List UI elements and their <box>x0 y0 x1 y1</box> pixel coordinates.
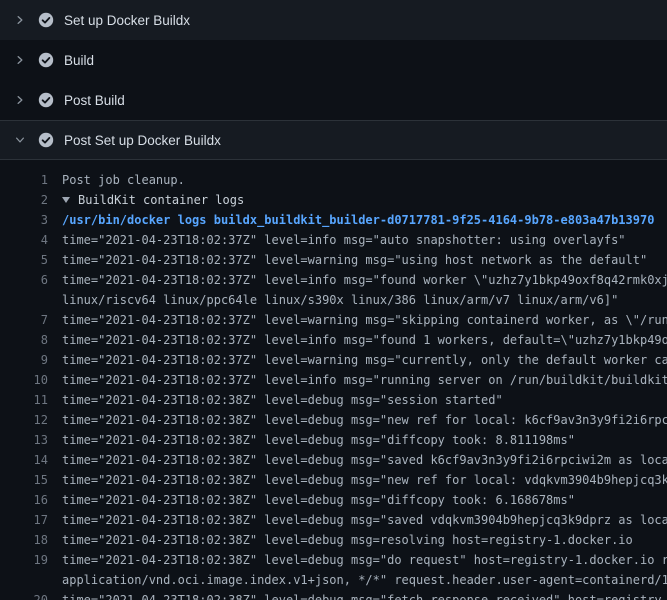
log-line-number[interactable]: 17 <box>0 510 48 530</box>
log-line: 7 time="2021-04-23T18:02:37Z" level=warn… <box>0 310 667 330</box>
log-line: 12 time="2021-04-23T18:02:38Z" level=deb… <box>0 410 667 430</box>
caret-down-icon[interactable] <box>62 197 70 203</box>
log-line: 20 time="2021-04-23T18:02:38Z" level=deb… <box>0 590 667 600</box>
log-line-number[interactable]: 6 <box>0 270 48 290</box>
log-line-number[interactable]: 11 <box>0 390 48 410</box>
log-line: 15 time="2021-04-23T18:02:38Z" level=deb… <box>0 470 667 490</box>
log-line: 2 BuildKit container logs <box>0 190 667 210</box>
log-line-text: time="2021-04-23T18:02:37Z" level=warnin… <box>48 350 667 370</box>
log-line-number[interactable]: 12 <box>0 410 48 430</box>
log-line-text: time="2021-04-23T18:02:38Z" level=debug … <box>48 410 667 430</box>
step-title: Set up Docker Buildx <box>64 13 190 28</box>
log-line: 19 time="2021-04-23T18:02:38Z" level=deb… <box>0 550 667 570</box>
check-circle-icon <box>38 52 54 68</box>
log-line-number[interactable]: 7 <box>0 310 48 330</box>
log-line-text: time="2021-04-23T18:02:38Z" level=debug … <box>48 450 667 470</box>
log-line-number[interactable]: 15 <box>0 470 48 490</box>
log-line-text: time="2021-04-23T18:02:38Z" level=debug … <box>48 590 667 600</box>
log-line-text: time="2021-04-23T18:02:38Z" level=debug … <box>48 550 667 570</box>
log-line-number[interactable]: 16 <box>0 490 48 510</box>
log-line-number[interactable] <box>0 290 48 310</box>
log-line: 9 time="2021-04-23T18:02:37Z" level=warn… <box>0 350 667 370</box>
log-line-number[interactable]: 18 <box>0 530 48 550</box>
check-circle-icon <box>38 132 54 148</box>
log-line-text: linux/riscv64 linux/ppc64le linux/s390x … <box>48 290 667 310</box>
check-circle-icon <box>38 12 54 28</box>
workflow-step-section: Build <box>0 40 667 80</box>
log-line-text: time="2021-04-23T18:02:37Z" level=info m… <box>48 270 667 290</box>
log-line-number[interactable]: 19 <box>0 550 48 570</box>
chevron-down-icon <box>14 132 26 148</box>
chevron-right-icon <box>14 52 26 68</box>
step-title: Post Build <box>64 93 125 108</box>
log-line-text: time="2021-04-23T18:02:38Z" level=debug … <box>48 430 667 450</box>
check-circle-icon <box>38 92 54 108</box>
log-line-text: time="2021-04-23T18:02:38Z" level=debug … <box>48 390 667 410</box>
workflow-step-section: Post Set up Docker Buildx 1 Post job cle… <box>0 120 667 600</box>
log-line-number[interactable]: 8 <box>0 330 48 350</box>
step-header-post-setup-docker-buildx[interactable]: Post Set up Docker Buildx <box>0 120 667 160</box>
chevron-right-icon <box>14 12 26 28</box>
log-line: 5 time="2021-04-23T18:02:37Z" level=warn… <box>0 250 667 270</box>
step-title: Post Set up Docker Buildx <box>64 133 221 148</box>
step-title: Build <box>64 53 94 68</box>
log-line-text: time="2021-04-23T18:02:38Z" level=debug … <box>48 530 667 550</box>
workflow-log-panel: Set up Docker Buildx Build Post Build Po… <box>0 0 667 600</box>
step-header-post-build[interactable]: Post Build <box>0 80 667 120</box>
log-line: 10 time="2021-04-23T18:02:37Z" level=inf… <box>0 370 667 390</box>
log-line: 17 time="2021-04-23T18:02:38Z" level=deb… <box>0 510 667 530</box>
log-group-label[interactable]: BuildKit container logs <box>78 193 244 207</box>
chevron-right-icon <box>14 92 26 108</box>
log-line-text: application/vnd.oci.image.index.v1+json,… <box>48 570 667 590</box>
log-line-number[interactable]: 14 <box>0 450 48 470</box>
log-line-number[interactable]: 4 <box>0 230 48 250</box>
log-line-number[interactable]: 10 <box>0 370 48 390</box>
workflow-step-section: Post Build <box>0 80 667 120</box>
log-line-text: Post job cleanup. <box>48 170 667 190</box>
log-line-text: time="2021-04-23T18:02:38Z" level=debug … <box>48 490 667 510</box>
log-line-number[interactable] <box>0 570 48 590</box>
log-line-number[interactable]: 3 <box>0 210 48 230</box>
log-line-text: time="2021-04-23T18:02:38Z" level=debug … <box>48 470 667 490</box>
log-line: 13 time="2021-04-23T18:02:38Z" level=deb… <box>0 430 667 450</box>
step-header-build[interactable]: Build <box>0 40 667 80</box>
log-line-number[interactable]: 9 <box>0 350 48 370</box>
log-line-text: time="2021-04-23T18:02:37Z" level=info m… <box>48 370 667 390</box>
log-line: 3 /usr/bin/docker logs buildx_buildkit_b… <box>0 210 667 230</box>
log-line: 4 time="2021-04-23T18:02:37Z" level=info… <box>0 230 667 250</box>
log-line-number[interactable]: 1 <box>0 170 48 190</box>
log-line-number[interactable]: 2 <box>0 190 48 210</box>
log-line: 6 time="2021-04-23T18:02:37Z" level=info… <box>0 270 667 290</box>
log-line-text: /usr/bin/docker logs buildx_buildkit_bui… <box>48 210 667 230</box>
workflow-step-section: Set up Docker Buildx <box>0 0 667 40</box>
log-line-text: time="2021-04-23T18:02:38Z" level=debug … <box>48 510 667 530</box>
step-header-setup-docker-buildx[interactable]: Set up Docker Buildx <box>0 0 667 40</box>
log-line: 18 time="2021-04-23T18:02:38Z" level=deb… <box>0 530 667 550</box>
log-line: 14 time="2021-04-23T18:02:38Z" level=deb… <box>0 450 667 470</box>
log-line: 1 Post job cleanup. <box>0 170 667 190</box>
log-line: application/vnd.oci.image.index.v1+json,… <box>0 570 667 590</box>
log-line: 8 time="2021-04-23T18:02:37Z" level=info… <box>0 330 667 350</box>
log-line: 16 time="2021-04-23T18:02:38Z" level=deb… <box>0 490 667 510</box>
log-line-text: BuildKit container logs <box>48 190 667 210</box>
step-log: 1 Post job cleanup. 2 BuildKit container… <box>0 160 667 600</box>
log-line-text: time="2021-04-23T18:02:37Z" level=info m… <box>48 230 667 250</box>
log-line-number[interactable]: 5 <box>0 250 48 270</box>
log-line-text: time="2021-04-23T18:02:37Z" level=warnin… <box>48 250 667 270</box>
log-line-text: time="2021-04-23T18:02:37Z" level=info m… <box>48 330 667 350</box>
log-line-number[interactable]: 13 <box>0 430 48 450</box>
log-line-number[interactable]: 20 <box>0 590 48 600</box>
log-line-text: time="2021-04-23T18:02:37Z" level=warnin… <box>48 310 667 330</box>
log-line: 11 time="2021-04-23T18:02:38Z" level=deb… <box>0 390 667 410</box>
log-line: linux/riscv64 linux/ppc64le linux/s390x … <box>0 290 667 310</box>
